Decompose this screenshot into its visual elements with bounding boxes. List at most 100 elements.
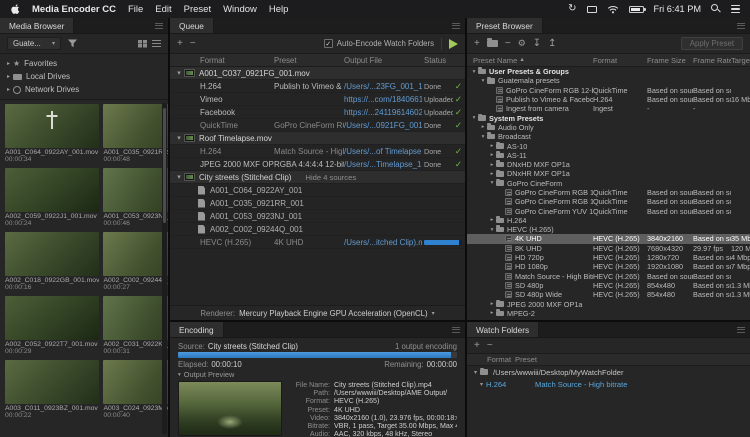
output-file-link[interactable]: https://...com/184066142 — [344, 95, 422, 104]
preset-group-row[interactable]: ▾GoPro CineForm — [467, 179, 750, 188]
wifi-icon[interactable] — [607, 5, 619, 14]
scrollbar[interactable] — [162, 103, 167, 434]
collapse-icon[interactable]: ▾ — [470, 115, 478, 121]
preset-group-row[interactable]: ▸DNxHD MXF OP1a — [467, 160, 750, 169]
queue-source-row[interactable]: A001_C053_0923NJ_001 — [170, 210, 465, 223]
collapse-icon[interactable]: ▾ — [470, 69, 478, 75]
clip-item[interactable]: A002_C031_0922KF_001.mov00:00:31 — [103, 296, 168, 355]
scrollbar-thumb[interactable] — [163, 108, 166, 223]
output-file-link[interactable]: /Users/...Timelapse_1.mxf — [344, 160, 422, 169]
add-watch-folder-button[interactable]: + — [474, 341, 480, 351]
collapse-icon[interactable]: ▾ — [488, 227, 496, 233]
preset-group-row[interactable]: ▾HEVC (H.265) — [467, 225, 750, 234]
auto-encode-checkbox[interactable]: ✓ Auto-Encode Watch Folders — [324, 39, 434, 48]
tab-media-browser[interactable]: Media Browser — [0, 18, 74, 33]
display-icon[interactable] — [587, 6, 597, 13]
expand-icon[interactable]: ▸ — [488, 143, 496, 149]
clip-item[interactable]: A002_C052_0922T7_001.mov00:00:29 — [5, 296, 99, 355]
column-frame-rate[interactable]: Frame Rate — [693, 56, 731, 65]
list-view-icon[interactable] — [152, 40, 161, 48]
panel-menu-icon[interactable] — [447, 18, 465, 33]
app-menu[interactable]: Media Encoder CC — [32, 4, 116, 15]
clip-item[interactable]: A002_C059_0922J1_001.mov00:00:24 — [5, 168, 99, 227]
panel-menu-icon[interactable] — [150, 18, 168, 33]
column-format[interactable]: Format — [170, 56, 274, 65]
queue-source-row[interactable]: A002_C002_09244Q_001 — [170, 223, 465, 236]
toggle-sources-link[interactable]: Hide 4 sources — [305, 173, 356, 182]
preset-group-row[interactable]: ▾System Presets — [467, 113, 750, 122]
expand-icon[interactable]: ▸ — [488, 301, 496, 307]
preset-row[interactable]: 8K UHDHEVC (H.265)7680x432029.97 fps120 … — [467, 244, 750, 253]
expand-icon[interactable]: ▸ — [479, 124, 487, 130]
collapse-icon[interactable]: ▾ — [471, 369, 480, 376]
tab-preset-browser[interactable]: Preset Browser — [467, 18, 543, 33]
menu-bar-clock[interactable]: Fri 6:41 PM — [654, 4, 701, 14]
queue-source-row[interactable]: A001_C035_0921RR_001 — [170, 197, 465, 210]
notification-center-icon[interactable] — [731, 5, 740, 14]
tree-item-favorites[interactable]: ▸★Favorites — [0, 57, 168, 70]
menu-preset[interactable]: Preset — [184, 4, 211, 15]
queue-output-row[interactable]: H.264Publish to Vimeo & Facebook/Users/.… — [170, 80, 465, 93]
queue-group-row[interactable]: ▾Roof Timelapse.mov — [170, 132, 465, 145]
column-format[interactable]: Format — [467, 355, 515, 364]
new-group-button[interactable] — [487, 40, 498, 47]
preset-row[interactable]: SD 480pHEVC (H.265)854x480Based on sourc… — [467, 281, 750, 290]
menu-window[interactable]: Window — [223, 4, 257, 15]
preset-group-row[interactable]: ▾Guatemala presets — [467, 76, 750, 85]
preset-row[interactable]: Publish to Vimeo & FacebookH.264Based on… — [467, 95, 750, 104]
preset-group-row[interactable]: ▾User Presets & Groups — [467, 67, 750, 76]
column-format[interactable]: Format — [593, 56, 647, 65]
column-target-rate[interactable]: Target Rate — [731, 56, 750, 65]
menu-file[interactable]: File — [128, 4, 143, 15]
collapse-icon[interactable]: ▾ — [174, 134, 184, 142]
tab-watch-folders[interactable]: Watch Folders — [467, 322, 539, 337]
preset-group-row[interactable]: ▸DNxHR MXF OP1a — [467, 169, 750, 178]
collapse-icon[interactable]: ▾ — [174, 69, 184, 77]
queue-output-row[interactable]: HEVC (H.265)4K UHD/Users/...itched Clip)… — [170, 236, 465, 249]
preset-group-row[interactable]: ▾Broadcast — [467, 132, 750, 141]
expand-icon[interactable]: ▸ — [488, 217, 496, 223]
clip-item[interactable]: A001_C035_0921RR_001.mov00:00:48 — [103, 104, 168, 163]
queue-group-row[interactable]: ▾A001_C037_0921FG_001.mov — [170, 67, 465, 80]
queue-output-row[interactable]: QuickTimeGoPro CineForm RGB 12-bit/Users… — [170, 119, 465, 132]
queue-group-row[interactable]: ▾City streets (Stitched Clip)Hide 4 sour… — [170, 171, 465, 184]
grid-view-icon[interactable] — [138, 40, 147, 48]
remove-watch-folder-button[interactable]: − — [487, 341, 493, 351]
output-file-link[interactable]: /Users/...0921FG_001.mov — [344, 121, 422, 130]
column-preset[interactable]: Preset — [515, 355, 750, 364]
menu-edit[interactable]: Edit — [155, 4, 171, 15]
clip-item[interactable]: A002_C002_09244Q_001.mov00:00:27 — [103, 232, 168, 291]
watch-folder-row[interactable]: ▾/Users/wwwiii/Desktop/MyWatchFolder — [467, 366, 750, 378]
column-frame-size[interactable]: Frame Size — [647, 56, 693, 65]
tab-queue[interactable]: Queue — [170, 18, 214, 33]
delete-preset-button[interactable]: − — [505, 39, 511, 49]
preset-group-row[interactable]: ▸MPEG-2 — [467, 309, 750, 318]
apple-menu[interactable] — [10, 3, 20, 15]
preset-group-row[interactable]: ▸Audio Only — [467, 123, 750, 132]
preset-row[interactable]: GoPro CineForm RGB 12-bit with alpha at … — [467, 197, 750, 206]
import-preset-button[interactable]: ↧ — [533, 39, 541, 49]
preset-group-row[interactable]: ▸JPEG 2000 MXF OP1a — [467, 299, 750, 308]
panel-menu-icon[interactable] — [732, 18, 750, 33]
preset-group-row[interactable]: ▸AS-11 — [467, 151, 750, 160]
output-file-link[interactable]: /Users/...of Timelapse.mp4 — [344, 147, 422, 156]
collapse-icon[interactable]: ▾ — [479, 78, 487, 84]
export-preset-button[interactable]: ↥ — [548, 39, 556, 49]
preset-row[interactable]: HD 720pHEVC (H.265)1280x720Based on sour… — [467, 253, 750, 262]
column-status[interactable]: Status — [422, 56, 465, 65]
apply-preset-button[interactable]: Apply Preset — [681, 37, 743, 50]
clip-item[interactable]: A002_C018_0922GB_001.mov00:00:16 — [5, 232, 99, 291]
remove-source-button[interactable]: − — [190, 39, 196, 49]
expand-icon[interactable]: ▸ — [488, 171, 496, 177]
collapse-icon[interactable]: ▾ — [174, 173, 184, 181]
collapse-icon[interactable]: ▾ — [488, 180, 496, 186]
output-file-link[interactable]: /Users/...23FG_001_1.mp4 — [344, 82, 422, 91]
queue-output-row[interactable]: Vimeohttps://...com/184066142Uploaded✓ — [170, 93, 465, 106]
output-preview-toggle[interactable]: ▾ Output Preview — [178, 370, 457, 379]
collapse-icon[interactable]: ▾ — [477, 381, 486, 388]
preset-row[interactable]: HD 1080pHEVC (H.265)1920x1080Based on so… — [467, 262, 750, 271]
expand-icon[interactable]: ▸ — [488, 310, 496, 316]
preset-row[interactable]: GoPro CineForm RGB 12-bit with alpha (Al… — [467, 86, 750, 95]
column-output-file[interactable]: Output File — [344, 56, 422, 65]
clip-item[interactable]: A001_C053_0923NJ_001.mov00:00:46 — [103, 168, 168, 227]
